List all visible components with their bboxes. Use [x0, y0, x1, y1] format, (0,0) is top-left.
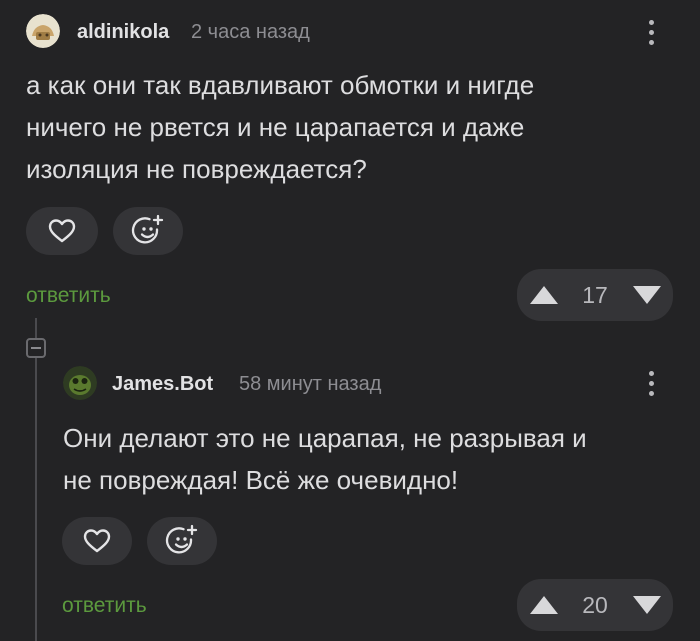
add-emoji-icon — [131, 214, 164, 244]
upvote-button[interactable] — [517, 269, 570, 321]
reply-link[interactable]: ответить — [62, 594, 147, 618]
like-button[interactable] — [26, 207, 98, 255]
downvote-button[interactable] — [620, 579, 673, 631]
downvote-button[interactable] — [620, 269, 673, 321]
vote-count: 20 — [582, 591, 608, 618]
comment-text-line: а как они так вдавливают обмотки и нигде — [26, 70, 535, 100]
kebab-menu-icon[interactable] — [641, 14, 661, 50]
triangle-up-icon — [529, 596, 558, 614]
upvote-button[interactable] — [517, 579, 570, 631]
comment-author[interactable]: aldinikola — [77, 21, 169, 44]
triangle-up-icon — [529, 286, 558, 304]
heart-icon — [83, 529, 111, 553]
comment-text: Они делают это не царапая, не разрывая и… — [63, 417, 673, 501]
heart-icon — [48, 219, 76, 243]
vote-count: 17 — [582, 281, 608, 308]
add-reaction-button[interactable] — [147, 517, 217, 565]
kebab-menu-icon[interactable] — [641, 365, 661, 401]
avatar[interactable] — [63, 366, 97, 400]
comment-timestamp: 2 часа назад — [191, 21, 310, 43]
comment-text: а как они так вдавливают обмотки и нигде… — [26, 64, 666, 190]
avatar[interactable] — [26, 14, 60, 48]
triangle-down-icon — [632, 286, 661, 304]
add-reaction-button[interactable] — [113, 207, 183, 255]
avatar-image — [63, 366, 97, 400]
comment-text-line: ничего не рвется и не царапается и даже — [26, 112, 525, 142]
reply-link[interactable]: ответить — [26, 284, 111, 308]
comment-text-line: Они делают это не царапая, не разрывая и — [63, 423, 587, 453]
vote-widget: 17 — [517, 269, 673, 321]
triangle-down-icon — [632, 596, 661, 614]
comment-author[interactable]: James.Bot — [112, 373, 213, 396]
avatar-image — [26, 14, 60, 48]
thread-line — [35, 318, 37, 641]
comment-text-line: не повреждая! Всё же очевидно! — [63, 465, 459, 495]
vote-widget: 20 — [517, 579, 673, 631]
collapse-thread-icon[interactable] — [26, 338, 46, 358]
add-emoji-icon — [165, 524, 198, 554]
comment-text-line: изоляция не повреждается? — [26, 154, 367, 184]
comment-timestamp: 58 минут назад — [239, 373, 382, 395]
like-button[interactable] — [62, 517, 132, 565]
